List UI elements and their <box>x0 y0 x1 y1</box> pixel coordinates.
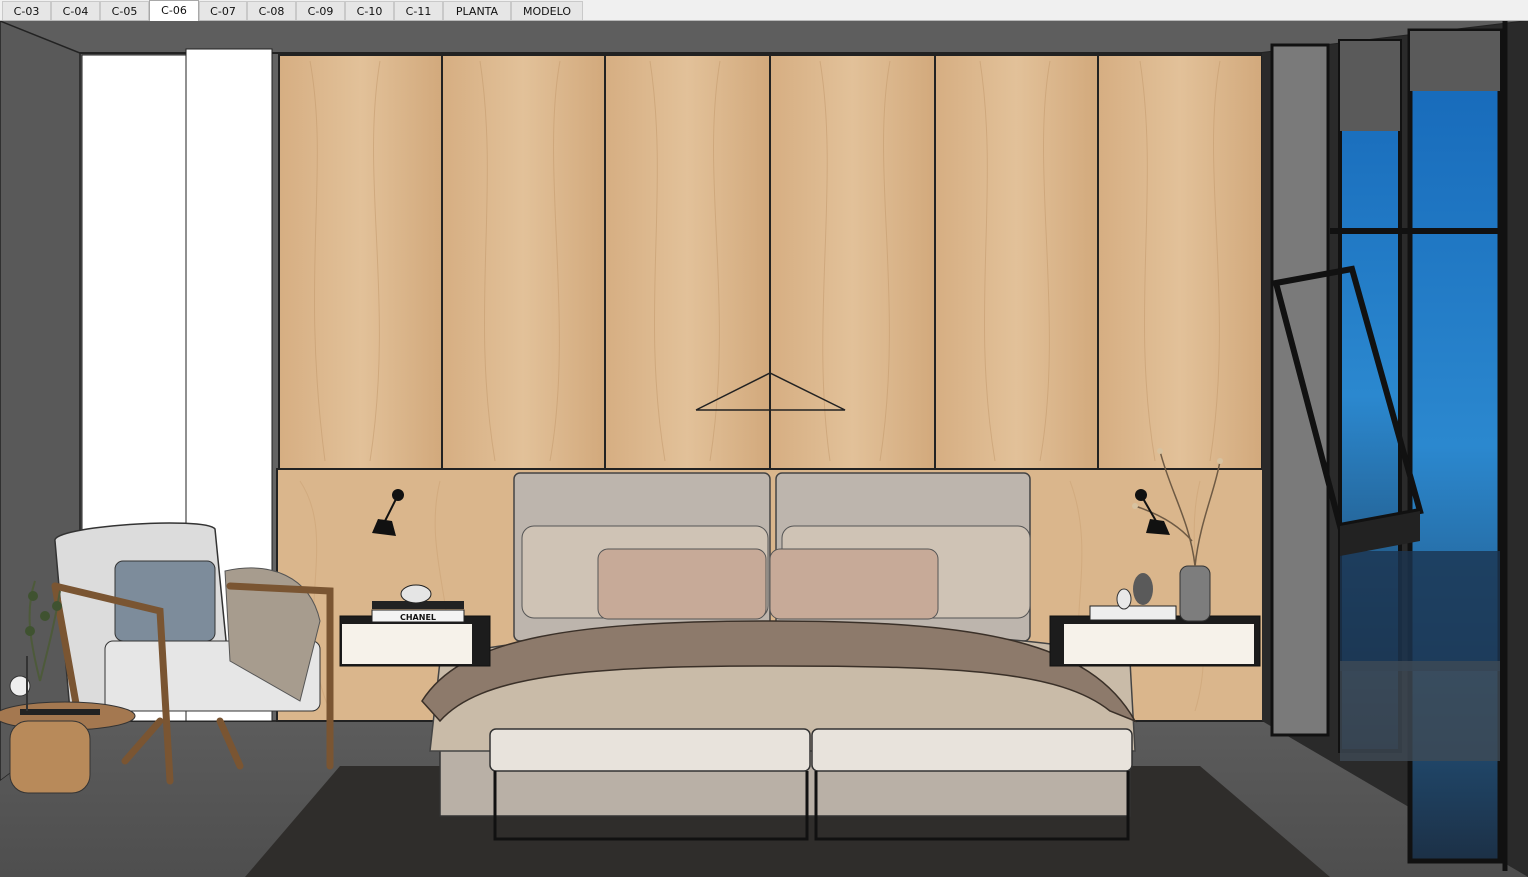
tab-planta[interactable]: PLANTA <box>443 1 511 20</box>
model-viewport[interactable]: CHANEL <box>0 21 1528 877</box>
tab-c-04[interactable]: C-04 <box>51 1 100 20</box>
tab-c-10[interactable]: C-10 <box>345 1 394 20</box>
wardrobe-panels <box>278 54 1263 470</box>
bedroom-render: CHANEL <box>0 21 1528 877</box>
tab-c-03[interactable]: C-03 <box>2 1 51 20</box>
tab-c-08[interactable]: C-08 <box>247 1 296 20</box>
tab-modelo[interactable]: MODELO <box>511 1 583 20</box>
tab-c-11[interactable]: C-11 <box>394 1 443 20</box>
tab-c-06[interactable]: C-06 <box>149 0 199 21</box>
book-label: CHANEL <box>400 613 436 622</box>
scene-tab-bar: C-03 C-04 C-05 C-06 C-07 C-08 C-09 C-10 … <box>0 0 1528 21</box>
tab-c-09[interactable]: C-09 <box>296 1 345 20</box>
tab-c-07[interactable]: C-07 <box>199 1 247 20</box>
tab-c-05[interactable]: C-05 <box>100 1 149 20</box>
